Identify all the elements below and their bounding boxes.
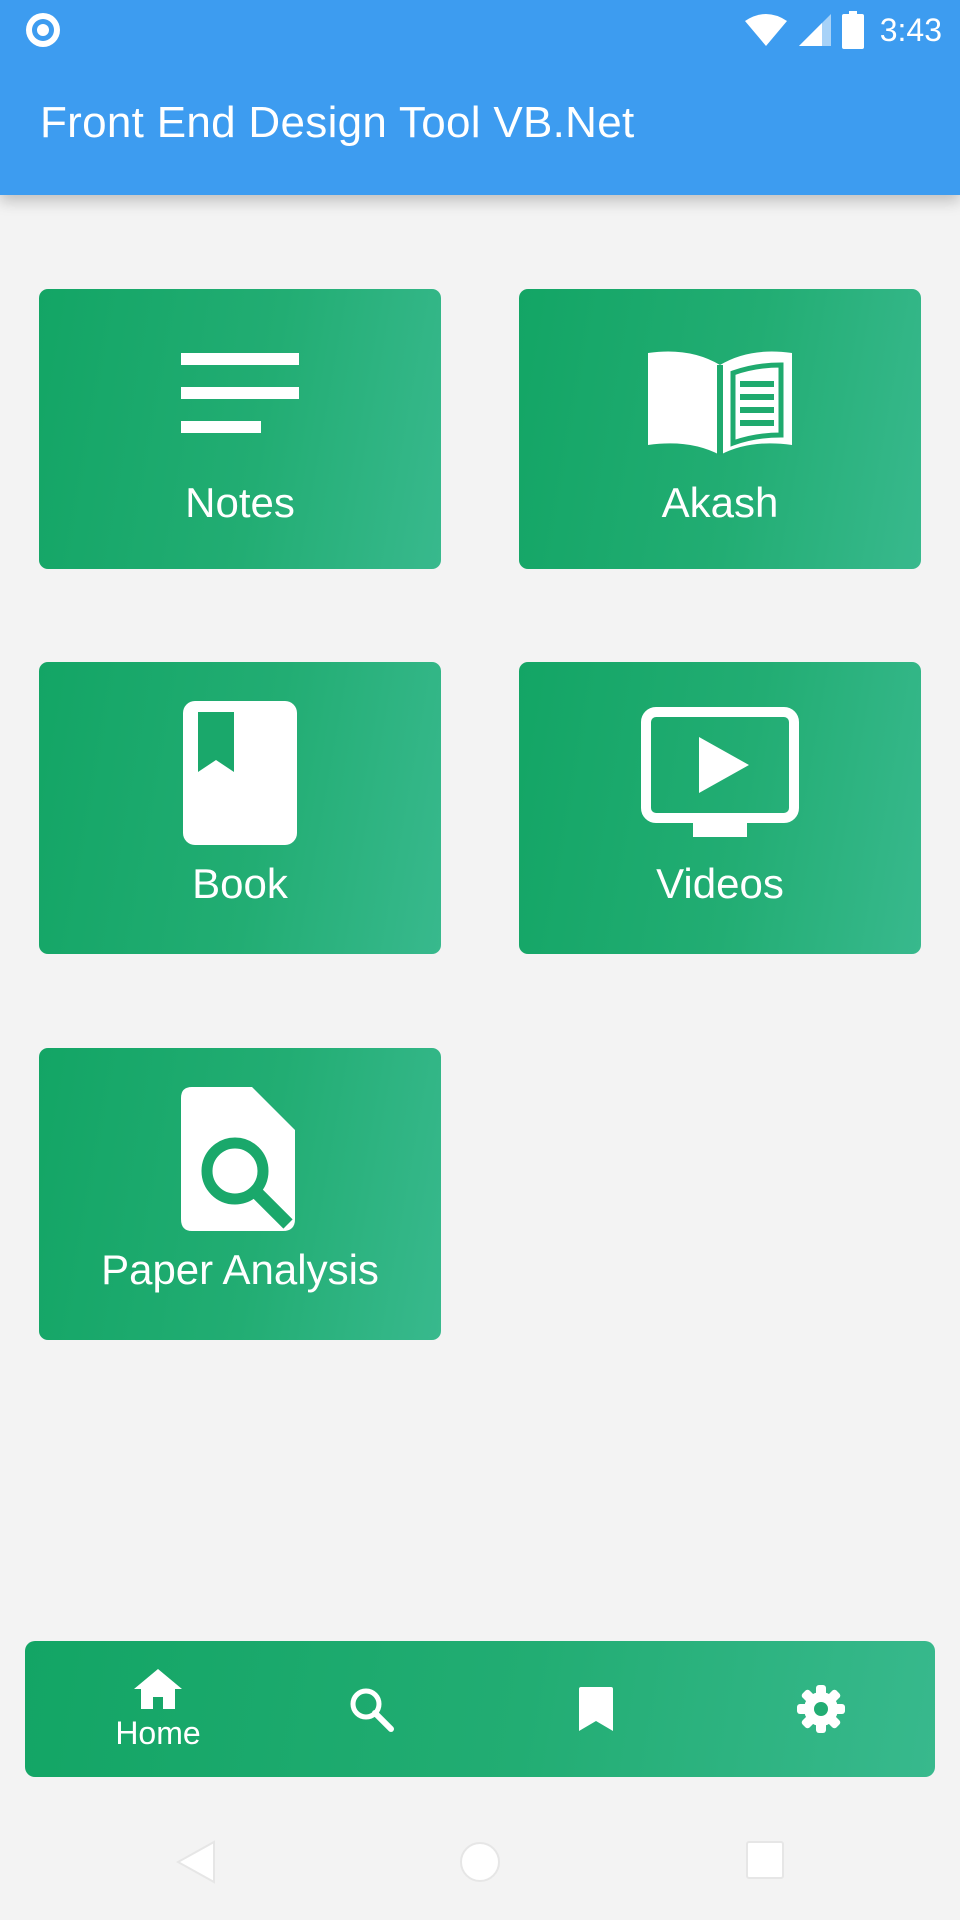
- nav-settings[interactable]: [731, 1641, 911, 1777]
- tile-label: Videos: [656, 860, 784, 907]
- status-bar: 3:43: [0, 0, 960, 60]
- battery-icon: [841, 11, 864, 49]
- home-icon: [134, 1668, 182, 1709]
- screen: 3:43 Front End Design Tool VB.Net Notes: [0, 0, 960, 1920]
- notes-icon: [39, 351, 441, 435]
- nav-home[interactable]: Home: [68, 1641, 248, 1777]
- tile-book[interactable]: Book: [39, 662, 441, 954]
- tile-akash[interactable]: Akash: [519, 289, 921, 569]
- status-time: 3:43: [879, 11, 942, 48]
- tile-paper-analysis[interactable]: Paper Analysis: [39, 1048, 441, 1340]
- nav-search[interactable]: [281, 1641, 461, 1777]
- app-header: 3:43 Front End Design Tool VB.Net: [0, 0, 960, 195]
- bookmarked-book-icon: [39, 700, 441, 846]
- tile-label: Akash: [661, 479, 779, 526]
- bottom-nav: Home: [25, 1641, 935, 1777]
- search-icon: [350, 1688, 394, 1732]
- open-book-icon: [519, 341, 921, 457]
- nav-home-label: Home: [115, 1714, 201, 1751]
- bookmark-icon: [579, 1687, 613, 1731]
- document-search-icon: [39, 1086, 441, 1232]
- status-icons: 3:43: [744, 0, 942, 60]
- tile-label: Paper Analysis: [101, 1246, 379, 1293]
- back-icon[interactable]: [176, 1840, 216, 1884]
- app-title: Front End Design Tool VB.Net: [40, 98, 635, 147]
- tile-label: Notes: [185, 479, 295, 526]
- wifi-icon: [744, 14, 787, 46]
- tile-notes[interactable]: Notes: [39, 289, 441, 569]
- system-nav-bar: [0, 1800, 960, 1920]
- notification-dot-icon: [26, 13, 60, 47]
- nav-bookmark[interactable]: [506, 1641, 686, 1777]
- tile-label: Book: [192, 860, 288, 907]
- cell-signal-icon: [798, 14, 831, 46]
- video-player-icon: [519, 707, 921, 839]
- tile-videos[interactable]: Videos: [519, 662, 921, 954]
- settings-icon: [797, 1685, 845, 1733]
- recents-icon[interactable]: [745, 1840, 785, 1880]
- home-circle-icon[interactable]: [458, 1840, 502, 1884]
